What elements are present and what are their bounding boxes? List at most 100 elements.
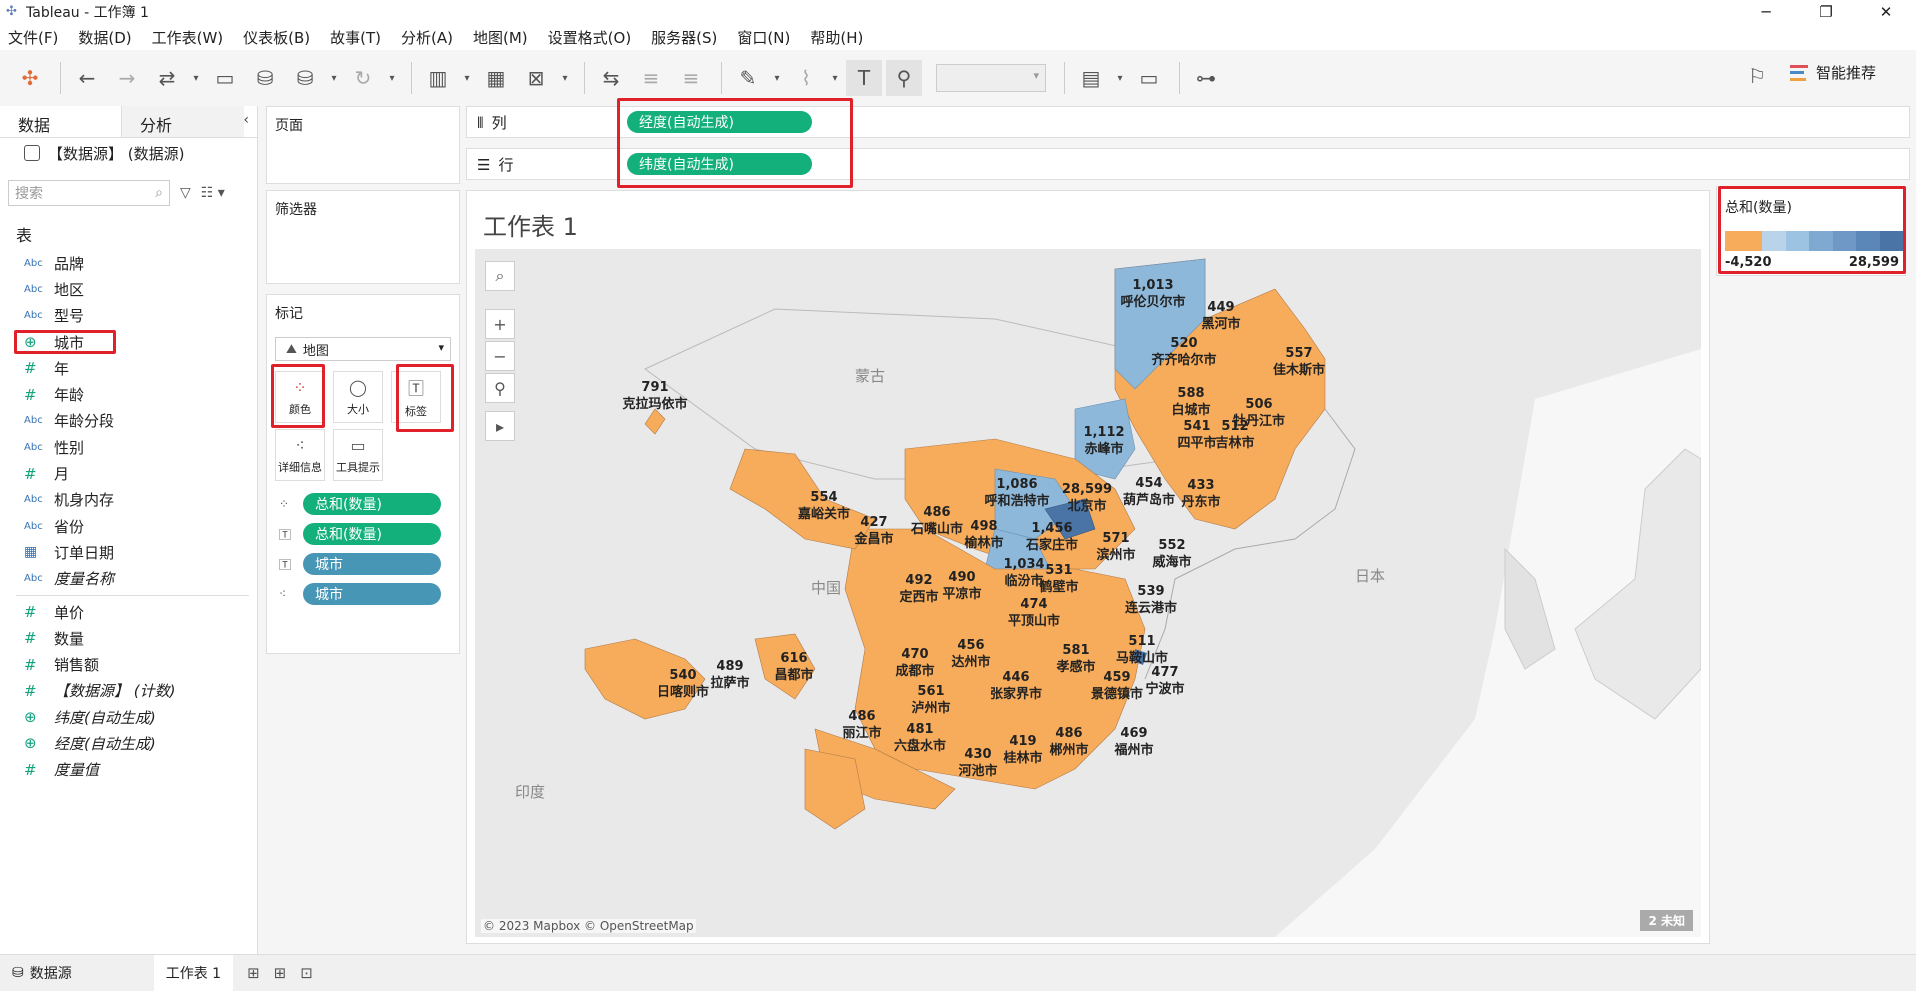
city-mark-label[interactable]: 1,086 呼和浩特市 <box>984 476 1049 510</box>
chevron-down-icon[interactable]: ▾ <box>189 60 203 96</box>
city-mark-label[interactable]: 520 齐齐哈尔市 <box>1151 335 1216 369</box>
city-mark-label[interactable]: 486 石嘴山市 <box>911 504 963 538</box>
refresh-icon[interactable]: ↻ <box>345 60 381 96</box>
field-item[interactable]: # 年龄 <box>0 381 257 407</box>
sort-descending-icon[interactable]: ≡ <box>673 60 709 96</box>
replay-icon[interactable]: ⇄ <box>149 60 185 96</box>
city-mark-label[interactable]: 540 日喀则市 <box>657 667 709 701</box>
city-mark-label[interactable]: 446 张家界市 <box>990 669 1042 703</box>
expand-toolbar-icon[interactable]: ▸ <box>485 411 515 441</box>
datasource-item[interactable]: 【数据源】 (数据源) <box>0 138 257 168</box>
zoom-in-icon[interactable]: + <box>485 309 515 339</box>
city-mark-label[interactable]: 552 威海市 <box>1152 537 1191 571</box>
unknown-indicator[interactable]: 2 未知 <box>1640 910 1693 931</box>
city-mark-label[interactable]: 433 丹东市 <box>1181 477 1220 511</box>
menu-worksheet[interactable]: 工作表(W) <box>152 27 224 48</box>
color-button[interactable]: ⁘ 颜色 <box>275 371 325 423</box>
longitude-pill[interactable]: 经度(自动生成) <box>627 111 812 133</box>
city-mark-label[interactable]: 557 佳木斯市 <box>1273 345 1325 379</box>
field-item[interactable]: Abc 性别 <box>0 434 257 460</box>
city-mark-label[interactable]: 539 连云港市 <box>1125 583 1177 617</box>
field-item[interactable]: # 月 <box>0 460 257 486</box>
size-button[interactable]: ◯ 大小 <box>333 371 383 423</box>
latitude-pill[interactable]: 纬度(自动生成) <box>627 153 812 175</box>
field-item[interactable]: # 度量值 <box>0 757 257 783</box>
field-item[interactable]: ▦ 订单日期 <box>0 539 257 565</box>
show-me-button[interactable]: 智能推荐 <box>1789 62 1876 83</box>
city-mark-label[interactable]: 430 河池市 <box>958 746 997 780</box>
city-mark-label[interactable]: 449 黑河市 <box>1201 299 1240 333</box>
map-attribution[interactable]: © 2023 Mapbox © OpenStreetMap <box>481 919 696 933</box>
field-item[interactable]: Abc 年龄分段 <box>0 408 257 434</box>
mark-pill[interactable]: 总和(数量) <box>303 493 441 515</box>
city-mark-label[interactable]: 511 马鞍山市 <box>1116 633 1168 667</box>
maximize-icon[interactable]: ❐ <box>1796 0 1856 24</box>
color-legend[interactable]: 总和(数量) -4,520 28,599 <box>1716 186 1906 276</box>
chevron-down-icon[interactable]: ▾ <box>327 60 341 96</box>
city-mark-label[interactable]: 477 宁波市 <box>1145 664 1184 698</box>
city-mark-label[interactable]: 470 成都市 <box>895 646 934 680</box>
mark-pill[interactable]: 城市 <box>303 553 441 575</box>
city-mark-label[interactable]: 474 平顶山市 <box>1008 596 1060 630</box>
city-mark-label[interactable]: 1,034 临汾市 <box>1003 556 1044 590</box>
field-item[interactable]: Abc 省份 <box>0 513 257 539</box>
fit-dropdown[interactable] <box>936 64 1046 92</box>
swap-rows-columns-icon[interactable]: ⇆ <box>593 60 629 96</box>
city-mark-label[interactable]: 456 达州市 <box>951 637 990 671</box>
city-mark-label[interactable]: 561 泸州市 <box>911 683 950 717</box>
zoom-out-icon[interactable]: − <box>485 341 515 371</box>
city-mark-label[interactable]: 571 滨州市 <box>1096 530 1135 564</box>
minimize-icon[interactable]: ─ <box>1736 0 1796 24</box>
menu-data[interactable]: 数据(D) <box>78 27 131 48</box>
field-item[interactable]: # 单价 <box>0 599 257 625</box>
map-search-icon[interactable]: ⌕ <box>485 261 515 291</box>
field-item[interactable]: ⊕ 纬度(自动生成) <box>0 704 257 730</box>
tableau-home-icon[interactable]: ✣ <box>12 60 48 96</box>
group-icon[interactable]: ⌇ <box>788 60 824 96</box>
city-mark-label[interactable]: 454 葫芦岛市 <box>1123 475 1175 509</box>
new-dashboard-icon[interactable]: ⊞ <box>274 964 287 982</box>
city-mark-label[interactable]: 541 四平市 <box>1177 418 1216 452</box>
city-mark-label[interactable]: 469 福州市 <box>1114 725 1153 759</box>
menu-server[interactable]: 服务器(S) <box>651 27 717 48</box>
new-sheet-icon[interactable]: ▥ <box>420 60 456 96</box>
menu-analysis[interactable]: 分析(A) <box>401 27 453 48</box>
city-mark-label[interactable]: 427 金昌市 <box>854 514 893 548</box>
field-item[interactable]: Abc 品牌 <box>0 250 257 276</box>
view-options-icon[interactable]: ☷ ▾ <box>201 185 225 201</box>
city-mark-label[interactable]: 588 白城市 <box>1171 385 1210 419</box>
menu-map[interactable]: 地图(M) <box>473 27 528 48</box>
columns-shelf[interactable]: ⦀ 列 经度(自动生成) <box>466 106 1910 138</box>
chevron-down-icon[interactable]: ▾ <box>558 60 572 96</box>
search-input[interactable]: 搜索 ⌕ <box>8 180 170 206</box>
city-mark-label[interactable]: 486 丽江市 <box>842 708 881 742</box>
pause-update-icon[interactable]: ⛁ <box>287 60 323 96</box>
city-mark-label[interactable]: 1,112 赤峰市 <box>1083 424 1124 458</box>
field-item[interactable]: # 年 <box>0 355 257 381</box>
presentation-mode-icon[interactable]: ▭ <box>1131 60 1167 96</box>
map-view[interactable]: ⌕ + − ⚲ ▸ 蒙古 中国 日本 印度 1,013 呼伦贝尔市 449 黑河市 52… <box>475 249 1701 937</box>
chevron-down-icon[interactable]: ▾ <box>1113 60 1127 96</box>
tab-analytics[interactable]: 分析 <box>122 106 244 137</box>
menu-help[interactable]: 帮助(H) <box>810 27 863 48</box>
new-story-icon[interactable]: ⊡ <box>300 964 313 982</box>
save-icon[interactable]: ▭ <box>207 60 243 96</box>
city-mark-label[interactable]: 616 昌都市 <box>774 650 813 684</box>
chevron-down-icon[interactable]: ▾ <box>770 60 784 96</box>
collapse-pane-icon[interactable]: ‹ <box>243 112 249 128</box>
city-mark-label[interactable]: 481 六盘水市 <box>894 721 946 755</box>
city-mark-label[interactable]: 459 景德镇市 <box>1091 669 1143 703</box>
tab-sheet-1[interactable]: 工作表 1 <box>153 954 234 991</box>
city-mark-label[interactable]: 419 桂林市 <box>1003 733 1042 767</box>
chevron-down-icon[interactable]: ▾ <box>460 60 474 96</box>
menu-dashboard[interactable]: 仪表板(B) <box>243 27 310 48</box>
duplicate-sheet-icon[interactable]: ▦ <box>478 60 514 96</box>
tab-datasource[interactable]: ⛁ 数据源 <box>0 955 84 991</box>
field-item[interactable]: ⊕ 城市 <box>0 329 257 355</box>
menu-format[interactable]: 设置格式(O) <box>548 27 632 48</box>
field-item[interactable]: # 数量 <box>0 625 257 651</box>
city-mark-label[interactable]: 1,456 石家庄市 <box>1026 520 1078 554</box>
menu-file[interactable]: 文件(F) <box>8 27 58 48</box>
close-icon[interactable]: ✕ <box>1856 0 1916 24</box>
new-worksheet-icon[interactable]: ⊞ <box>247 964 260 982</box>
